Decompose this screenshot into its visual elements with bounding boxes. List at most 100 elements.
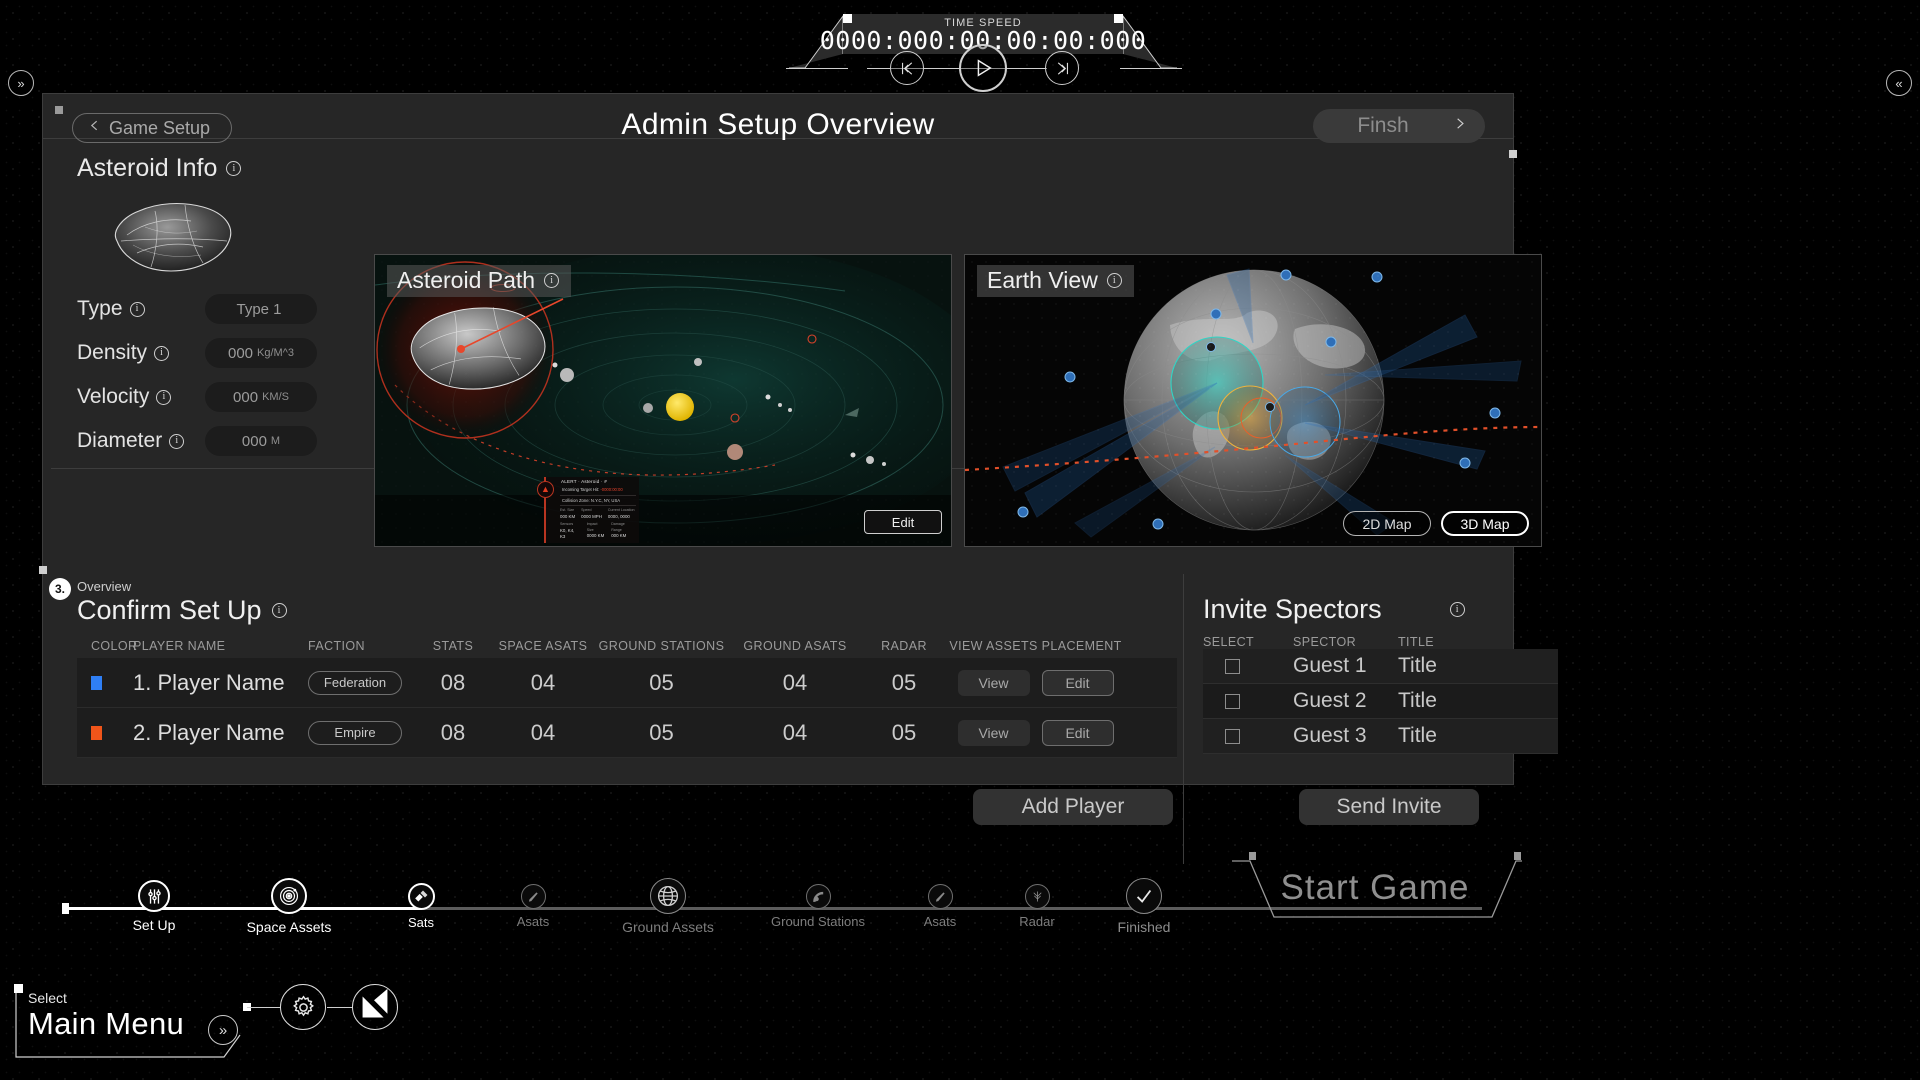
view-assets-button[interactable]: View — [958, 720, 1030, 746]
spector-select-cell — [1203, 729, 1293, 744]
step-label: Set Up — [133, 917, 176, 933]
sidebar-item-ground-assets[interactable]: Ground Assets — [608, 880, 728, 935]
globe-icon — [650, 878, 686, 914]
alert-stat-cell: Damage Range 000 KM — [611, 522, 636, 541]
asteroid-field-list: Type i Type 1 Density i 000 Kg/ — [77, 294, 333, 456]
spector-checkbox[interactable] — [1225, 694, 1240, 709]
player-color-cell — [77, 676, 133, 690]
field-unit: M — [271, 435, 280, 447]
alert-stat-cell: Current Location 0000, 0000 — [608, 508, 635, 520]
finish-button[interactable]: Finsh — [1313, 109, 1485, 143]
confirm-setup-heading: Confirm Set Up i — [77, 595, 287, 626]
step-label: Space Assets — [247, 919, 332, 935]
player-radar: 05 — [860, 720, 948, 746]
skip-forward-icon[interactable] — [1045, 51, 1079, 85]
hud-rail-right — [1120, 68, 1182, 69]
players-table-header: COLOR PLAYER NAME FACTION STATS SPACE AS… — [77, 634, 1177, 658]
earth-view-panel[interactable]: Earth View i 2D Map 3D Map — [964, 254, 1542, 547]
alert-stat-value: 000 KM — [611, 533, 636, 540]
list-item[interactable]: Guest 2 Title — [1203, 684, 1558, 719]
faction-pill[interactable]: Empire — [308, 721, 402, 745]
field-value-text: 000 — [242, 433, 267, 450]
skip-back-icon[interactable] — [890, 51, 924, 85]
asteroid-path-edit-button[interactable]: Edit — [864, 510, 942, 534]
player-radar: 05 — [860, 670, 948, 696]
col-ground-stations: GROUND STATIONS — [593, 639, 730, 653]
spector-name: Guest 3 — [1293, 724, 1398, 748]
gear-icon[interactable] — [280, 984, 326, 1030]
info-icon[interactable]: i — [130, 302, 145, 317]
panel-header: Game Setup Admin Setup Overview Finsh — [43, 94, 1513, 139]
brand-logo-icon[interactable] — [352, 984, 398, 1030]
field-label: Density i — [77, 341, 205, 365]
player-stats: 08 — [413, 670, 493, 696]
sidebar-item-space-assets[interactable]: Space Assets — [229, 880, 349, 935]
info-icon[interactable]: i — [272, 603, 287, 618]
spector-checkbox[interactable] — [1225, 729, 1240, 744]
list-item[interactable]: Guest 1 Title — [1203, 649, 1558, 684]
col-color: COLOR — [77, 639, 133, 653]
col-faction: FACTION — [308, 639, 413, 653]
list-item[interactable]: Guest 3 Title — [1203, 719, 1558, 754]
info-icon[interactable]: i — [169, 434, 184, 449]
asteroid-path-panel[interactable]: Asteroid Path i ▲ ALERT · Asteroid · # I… — [374, 254, 952, 547]
sidebar-item-sats[interactable]: Sats — [361, 880, 481, 930]
main-menu-title: Main Menu — [28, 1006, 184, 1042]
player-ground-stations: 05 — [593, 670, 730, 696]
view-assets-button[interactable]: View — [958, 670, 1030, 696]
panel-corner-ml — [39, 566, 47, 574]
edit-player-button[interactable]: Edit — [1042, 670, 1114, 696]
start-game-button[interactable]: Start Game — [1240, 860, 1510, 916]
step-label: Radar — [1019, 914, 1054, 929]
map-mode-2d-button[interactable]: 2D Map — [1343, 511, 1431, 536]
col-radar: RADAR — [860, 639, 948, 653]
table-row[interactable]: 1. Player Name Federation 08 04 05 04 05… — [77, 658, 1177, 708]
player-actions: View Edit — [948, 720, 1123, 746]
field-value-type[interactable]: Type 1 — [205, 294, 317, 324]
player-ground-asats: 04 — [730, 720, 860, 746]
field-value-diameter[interactable]: 000 M — [205, 426, 317, 456]
info-icon[interactable]: i — [1450, 602, 1465, 617]
alert-stats-row-2: Sensors K0, K4, K3 Impact Size 0000 KM D… — [560, 520, 636, 541]
sidebar-item-asats-space[interactable]: Asats — [473, 880, 593, 929]
sidebar-item-ground-stations[interactable]: Ground Stations — [758, 880, 878, 929]
send-invite-button[interactable]: Send Invite — [1299, 789, 1479, 825]
player-name: 2. Player Name — [133, 720, 308, 746]
player-color-swatch — [91, 676, 102, 690]
player-space-asats: 04 — [493, 670, 593, 696]
map-mode-3d-button[interactable]: 3D Map — [1441, 511, 1529, 536]
hud-node-left — [843, 14, 852, 23]
play-icon[interactable] — [959, 44, 1007, 92]
right-panel-expand-arrow[interactable]: « — [1886, 70, 1912, 96]
players-table: COLOR PLAYER NAME FACTION STATS SPACE AS… — [77, 634, 1177, 758]
field-label-text: Density — [77, 341, 147, 365]
left-panel-expand-arrow[interactable]: » — [8, 70, 34, 96]
info-icon[interactable]: i — [1107, 273, 1122, 288]
info-icon[interactable]: i — [154, 346, 169, 361]
edit-player-button[interactable]: Edit — [1042, 720, 1114, 746]
info-icon[interactable]: i — [226, 161, 241, 176]
table-row[interactable]: 2. Player Name Empire 08 04 05 04 05 Vie… — [77, 708, 1177, 758]
sidebar-item-finished[interactable]: Finished — [1084, 880, 1204, 935]
player-ground-asats: 04 — [730, 670, 860, 696]
field-value-velocity[interactable]: 000 KM/S — [205, 382, 317, 412]
sidebar-item-radar[interactable]: Radar — [977, 880, 1097, 929]
main-menu-block[interactable]: Select Main Menu » — [28, 990, 184, 1042]
info-icon[interactable]: i — [156, 390, 171, 405]
step-label: Ground Stations — [771, 914, 865, 929]
hud-rail-spacer — [794, 68, 795, 69]
sidebar-item-setup[interactable]: Set Up — [94, 880, 214, 933]
asteroid-alert-box: ▲ ALERT · Asteroid · # Incoming Target H… — [544, 477, 639, 543]
info-icon[interactable]: i — [544, 273, 559, 288]
map-mode-label: 2D Map — [1362, 516, 1411, 532]
step-label: Asats — [924, 914, 957, 929]
player-faction-cell: Federation — [308, 671, 413, 695]
field-value-density[interactable]: 000 Kg/M^3 — [205, 338, 317, 368]
chevron-double-right-icon[interactable]: » — [208, 1015, 238, 1045]
asteroid-path-grid — [375, 255, 951, 546]
faction-pill[interactable]: Federation — [308, 671, 402, 695]
add-player-button[interactable]: Add Player — [973, 789, 1173, 825]
radar-icon — [1025, 884, 1050, 909]
field-value-text: 000 — [233, 389, 258, 406]
spector-checkbox[interactable] — [1225, 659, 1240, 674]
